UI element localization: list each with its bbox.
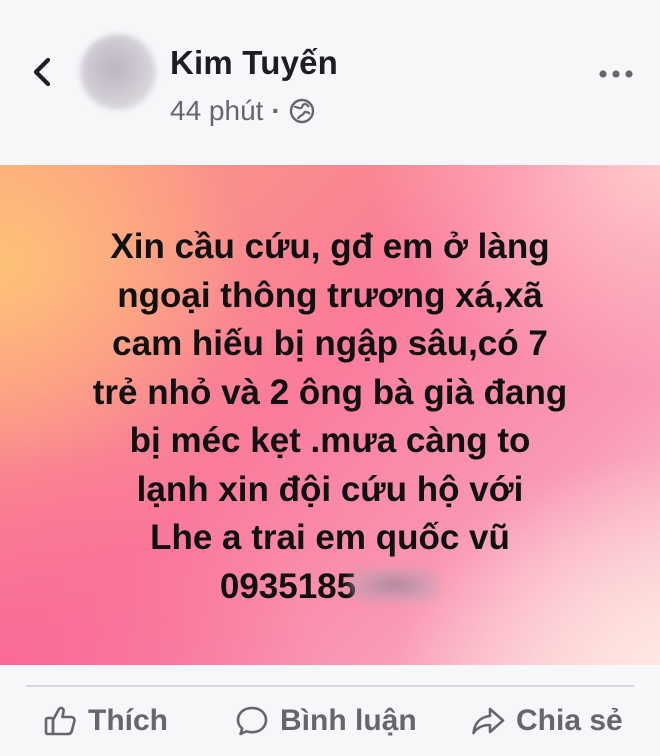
post-meta: 44 phút · (170, 94, 315, 128)
post-header: Kim Tuyến 44 phút · (0, 0, 660, 165)
avatar[interactable] (80, 34, 156, 110)
comment-icon (236, 706, 268, 736)
author-name[interactable]: Kim Tuyến (170, 44, 338, 82)
post-text-line: lạnh xin đội cứu hộ với (136, 469, 524, 509)
post-text-line: cam hiếu bị ngập sâu,có 7 (112, 324, 548, 363)
phone-number-line: 0935185 (0, 563, 660, 612)
more-options-button[interactable] (596, 62, 636, 86)
like-button[interactable]: Thích (42, 699, 168, 743)
share-icon (472, 707, 505, 735)
post-text: Xin cầu cứu, gđ em ở làng ngoại thông tr… (0, 223, 660, 611)
like-label: Thích (88, 704, 168, 737)
post-text-line: bị méc kẹt .mưa càng to (129, 421, 531, 460)
post-time[interactable]: 44 phút (170, 95, 263, 127)
divider (26, 685, 634, 687)
facebook-post-view: Kim Tuyến 44 phút · Xin cầu cứu, gđ em ở… (0, 0, 660, 756)
thumbs-up-icon (44, 706, 76, 736)
post-body: Xin cầu cứu, gđ em ở làng ngoại thông tr… (0, 165, 660, 665)
meta-separator: · (271, 95, 281, 126)
redaction-blur (348, 567, 441, 602)
more-horizontal-icon (599, 70, 633, 78)
post-text-line: trẻ nhỏ và 2 ông bà già đang (92, 372, 568, 412)
post-text-line: Xin cầu cứu, gđ em ở làng (110, 227, 550, 266)
post-text-line: Lhe a trai em quốc vũ (150, 518, 510, 557)
post-text-line: ngoại thông trương xá,xã (117, 275, 543, 315)
chevron-left-icon (33, 57, 51, 87)
comment-label: Bình luận (280, 704, 417, 737)
post-actions-bar: Thích Bình luận Chia sẻ (0, 665, 660, 756)
share-label: Chia sẻ (516, 704, 623, 737)
phone-number: 0935185 (219, 566, 357, 606)
share-button[interactable]: Chia sẻ (470, 699, 623, 743)
back-button[interactable] (26, 52, 60, 92)
comment-button[interactable]: Bình luận (234, 699, 417, 743)
globe-icon (289, 98, 315, 124)
